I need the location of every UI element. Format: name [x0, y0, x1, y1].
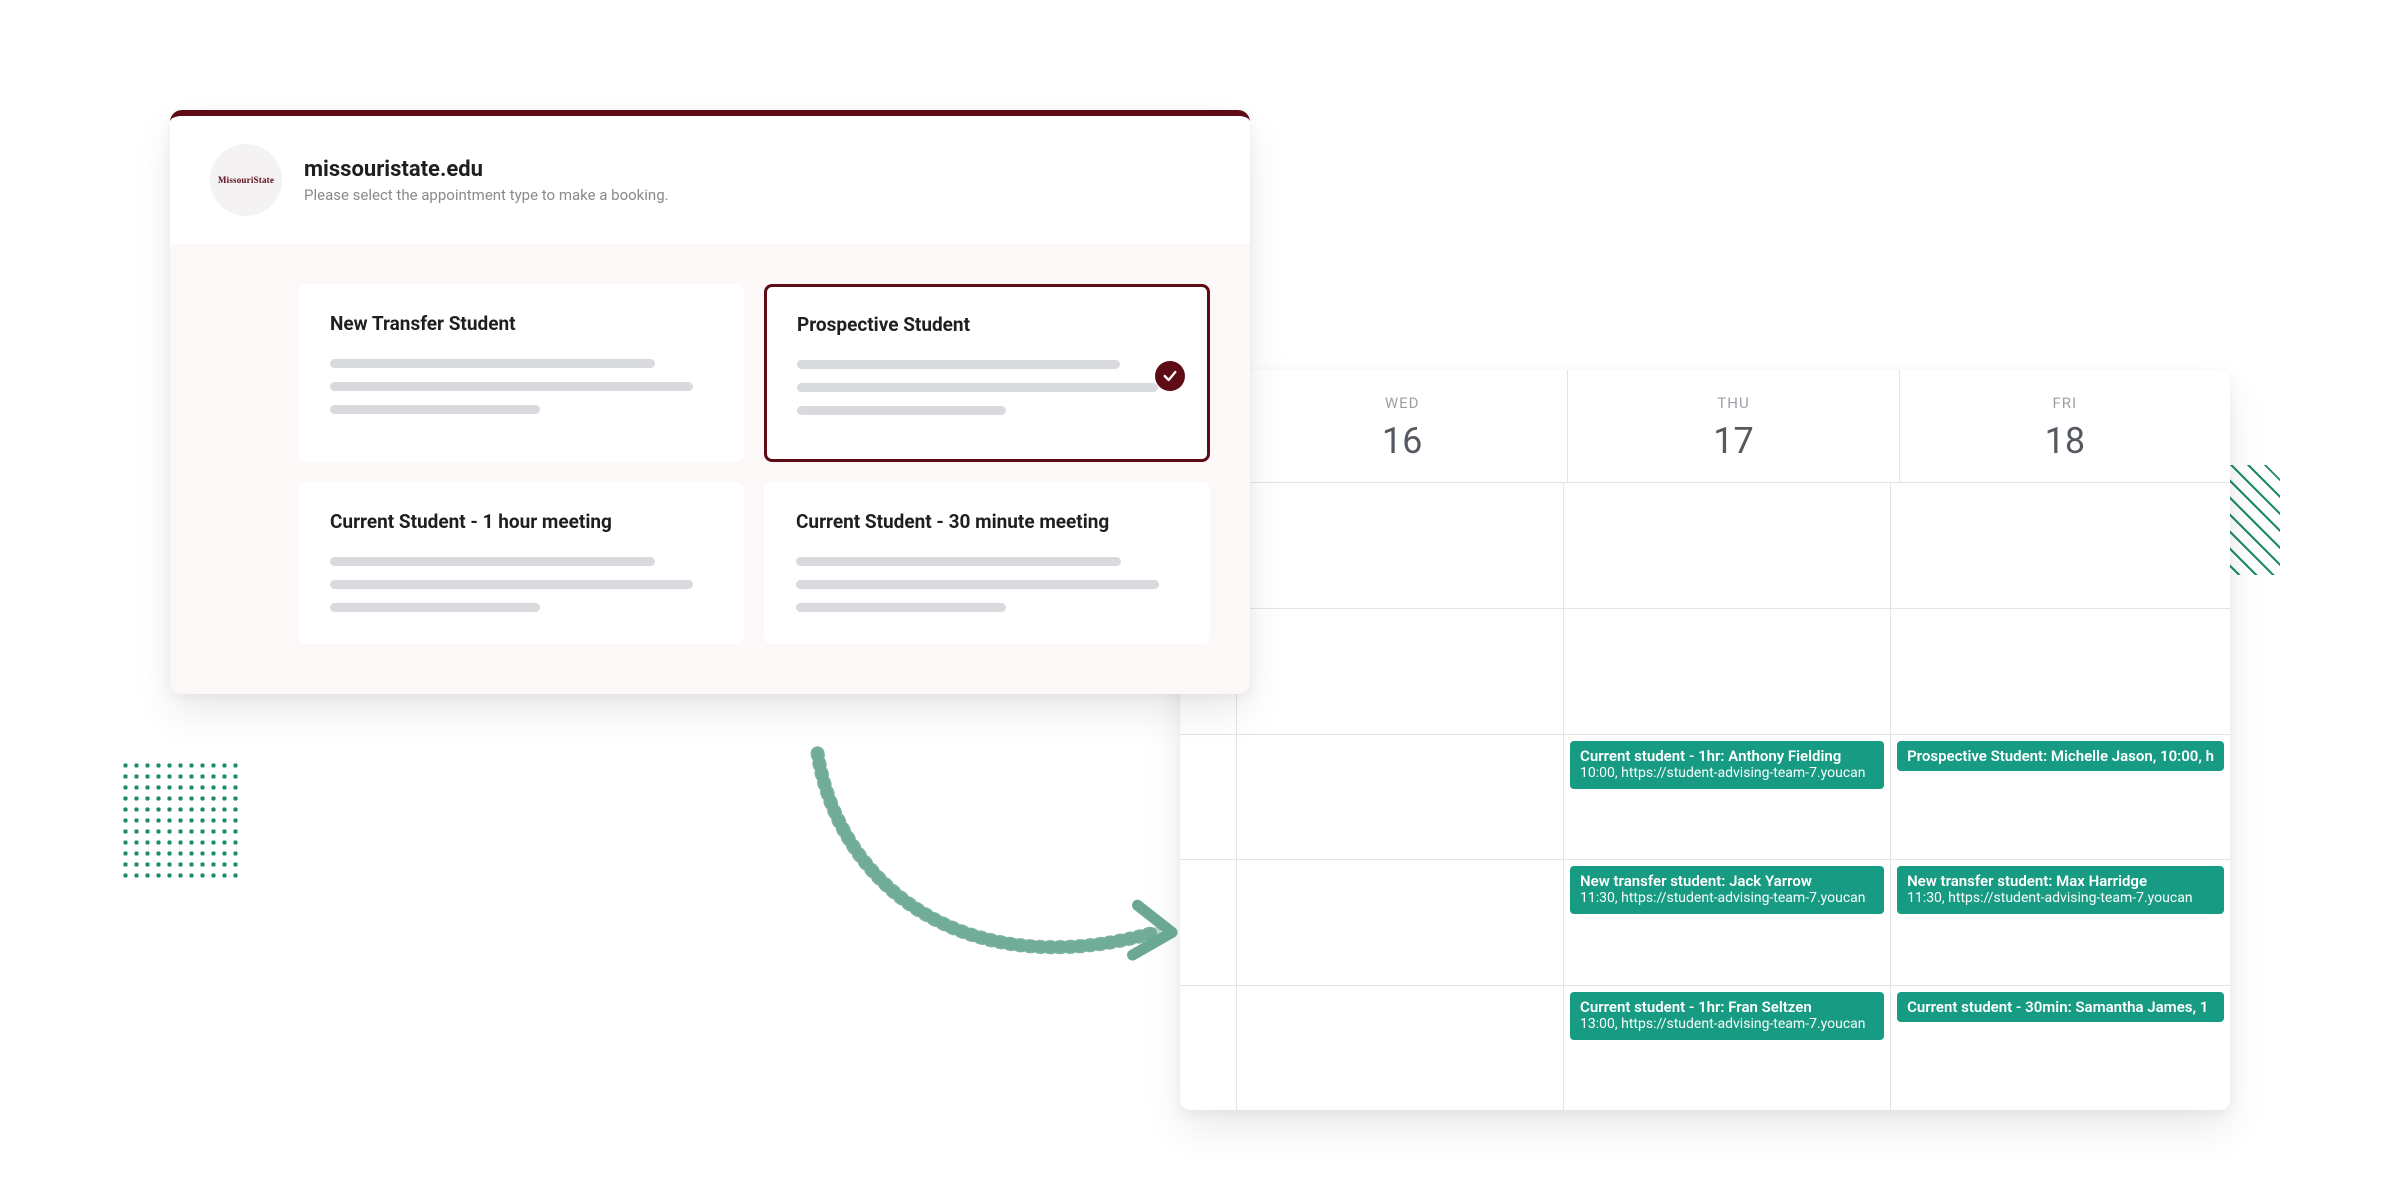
calendar-day-col-thu[interactable]: Current student - 1hr: Anthony Fielding … — [1563, 483, 1890, 1110]
placeholder-line — [796, 603, 1006, 612]
event-detail: 11:30, https://student-advising-team-7.y… — [1907, 890, 2214, 906]
event-detail: 10:00, https://student-advising-team-7.y… — [1580, 765, 1874, 781]
booking-subtitle: Please select the appointment type to ma… — [304, 186, 669, 204]
calendar-event[interactable]: New transfer student: Jack Yarrow 11:30,… — [1570, 866, 1884, 914]
appointment-option-current-30min[interactable]: Current Student - 30 minute meeting — [764, 482, 1210, 644]
event-title: Current student - 30min: Samantha James,… — [1907, 998, 2214, 1016]
event-detail: 13:00, https://student-advising-team-7.y… — [1580, 1016, 1874, 1032]
placeholder-line — [330, 557, 655, 566]
calendar-dow: WED — [1237, 394, 1567, 412]
appointment-option-title: Prospective Student — [797, 313, 1177, 336]
appointment-option-title: New Transfer Student — [330, 312, 712, 335]
calendar-event[interactable]: Current student - 1hr: Fran Seltzen 13:0… — [1570, 992, 1884, 1040]
decorative-dots — [120, 760, 240, 880]
placeholder-line — [330, 382, 693, 391]
booking-panel: MissouriState missouristate.edu Please s… — [170, 110, 1250, 694]
appointment-option-prospective[interactable]: Prospective Student — [764, 284, 1210, 462]
placeholder-line — [330, 359, 655, 368]
calendar-event[interactable]: Current student - 30min: Samantha James,… — [1897, 992, 2224, 1022]
placeholder-line — [796, 580, 1159, 589]
event-title: Prospective Student: Michelle Jason, 10:… — [1907, 747, 2214, 765]
placeholder-line — [330, 405, 540, 414]
calendar-day-number: 18 — [1900, 420, 2230, 462]
calendar-header: WED 16 THU 17 FRI 18 — [1180, 370, 2230, 483]
appointment-option-title: Current Student - 1 hour meeting — [330, 510, 712, 533]
appointment-option-current-1hr[interactable]: Current Student - 1 hour meeting — [298, 482, 744, 644]
appointment-options: New Transfer Student Prospective Student… — [170, 244, 1250, 694]
appointment-option-title: Current Student - 30 minute meeting — [796, 510, 1178, 533]
booking-title: missouristate.edu — [304, 157, 669, 182]
placeholder-line — [797, 383, 1158, 392]
appointment-option-new-transfer[interactable]: New Transfer Student — [298, 284, 744, 462]
calendar-day-number: 16 — [1237, 420, 1567, 462]
placeholder-line — [330, 603, 540, 612]
placeholder-line — [796, 557, 1121, 566]
org-logo: MissouriState — [210, 144, 282, 216]
booking-header: MissouriState missouristate.edu Please s… — [170, 116, 1250, 244]
event-title: Current student - 1hr: Anthony Fielding — [1580, 747, 1874, 765]
calendar-day-col-wed[interactable] — [1236, 483, 1563, 1110]
org-logo-text: MissouriState — [218, 176, 274, 185]
placeholder-line — [330, 580, 693, 589]
calendar-day-col-fri[interactable]: Prospective Student: Michelle Jason, 10:… — [1890, 483, 2230, 1110]
event-title: New transfer student: Jack Yarrow — [1580, 872, 1874, 890]
calendar-event[interactable]: New transfer student: Max Harridge 11:30… — [1897, 866, 2224, 914]
calendar-event[interactable]: Current student - 1hr: Anthony Fielding … — [1570, 741, 1884, 789]
calendar-day-header-wed[interactable]: WED 16 — [1236, 370, 1567, 482]
calendar-panel: WED 16 THU 17 FRI 18 Current student - 1… — [1180, 370, 2230, 1110]
calendar-dow: THU — [1568, 394, 1898, 412]
selected-check-icon — [1155, 361, 1185, 391]
event-detail: 11:30, https://student-advising-team-7.y… — [1580, 890, 1874, 906]
placeholder-line — [797, 360, 1120, 369]
calendar-day-header-thu[interactable]: THU 17 — [1567, 370, 1898, 482]
calendar-grid: Current student - 1hr: Anthony Fielding … — [1180, 483, 2230, 1110]
event-title: New transfer student: Max Harridge — [1907, 872, 2214, 890]
calendar-event[interactable]: Prospective Student: Michelle Jason, 10:… — [1897, 741, 2224, 771]
calendar-day-header-fri[interactable]: FRI 18 — [1899, 370, 2230, 482]
calendar-day-number: 17 — [1568, 420, 1898, 462]
event-title: Current student - 1hr: Fran Seltzen — [1580, 998, 1874, 1016]
placeholder-line — [797, 406, 1006, 415]
calendar-dow: FRI — [1900, 394, 2230, 412]
